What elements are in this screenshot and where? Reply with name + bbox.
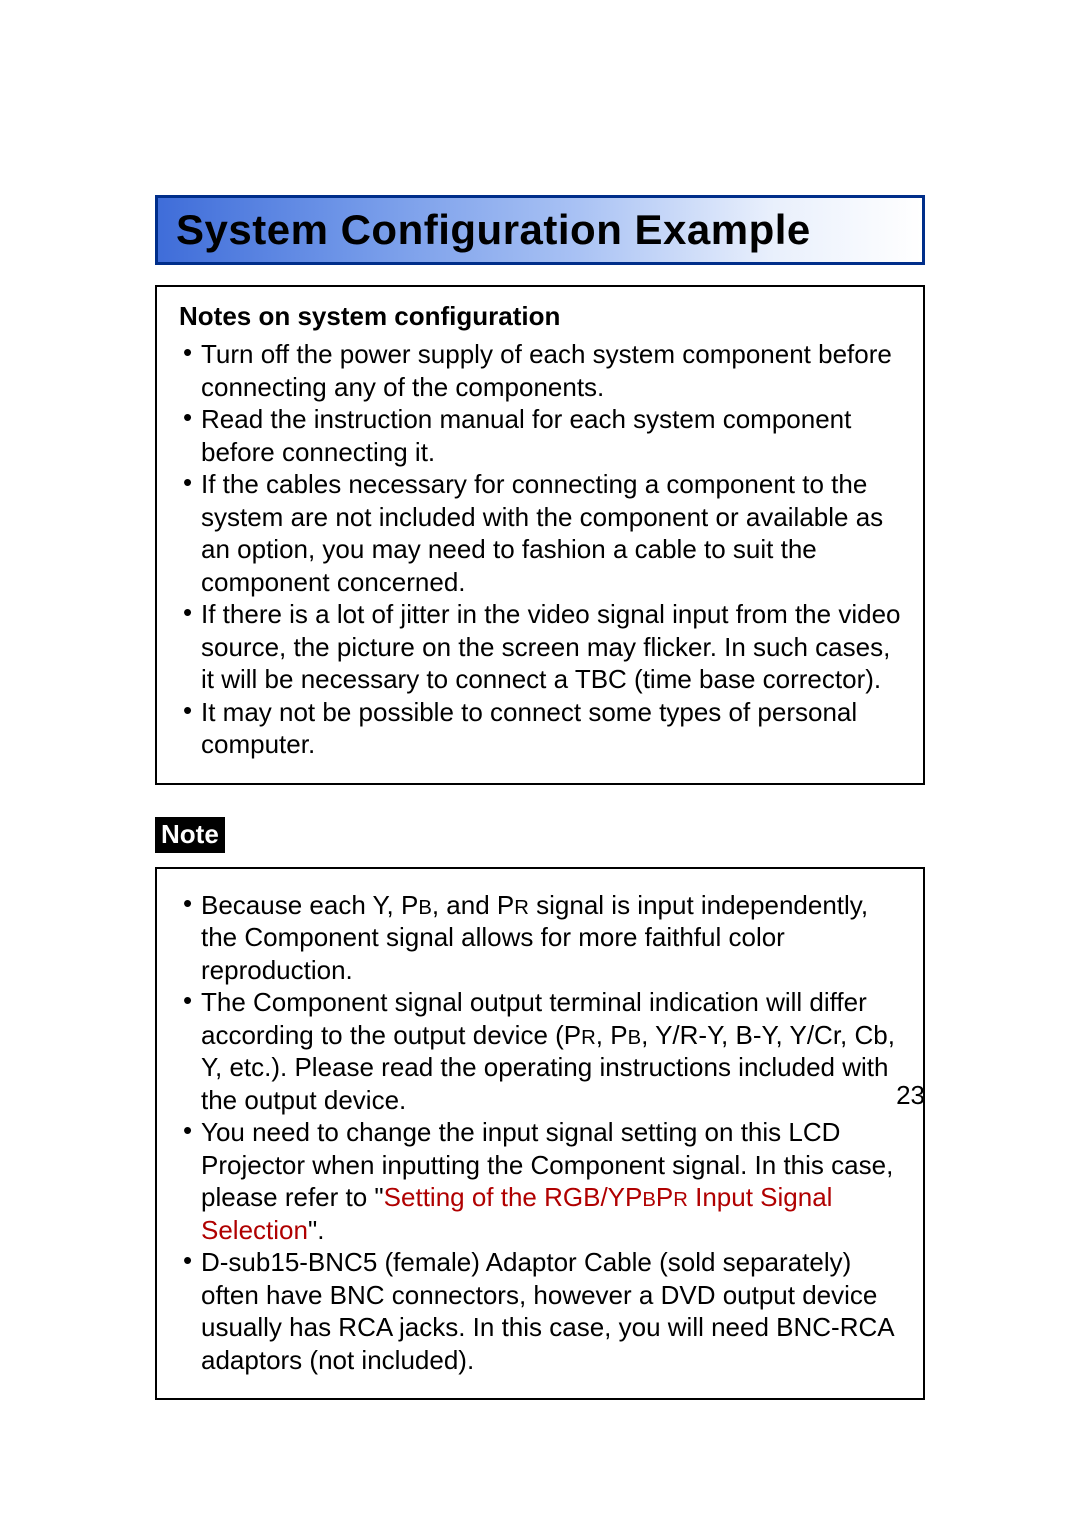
text-subscript: B <box>418 897 432 919</box>
notes-list: Turn off the power supply of each system… <box>179 338 901 761</box>
notes-box: Notes on system configuration Turn off t… <box>155 285 925 785</box>
note-box: Because each Y, PB, and PR signal is inp… <box>155 867 925 1401</box>
list-item: If the cables necessary for connecting a… <box>183 468 901 598</box>
text-subscript: B <box>628 1027 642 1049</box>
list-item: D-sub15-BNC5 (female) Adaptor Cable (sol… <box>183 1246 901 1376</box>
note-list: Because each Y, PB, and PR signal is inp… <box>179 889 901 1377</box>
list-item: The Component signal output terminal ind… <box>183 986 901 1116</box>
text-run: ". <box>308 1215 324 1245</box>
text-run: , and P <box>432 890 514 920</box>
text-subscript: R <box>673 1189 688 1211</box>
section-title-bar: System Configuration Example <box>155 195 925 265</box>
text-subscript: R <box>514 897 529 919</box>
text-subscript: R <box>581 1027 596 1049</box>
section-title: System Configuration Example <box>176 206 904 254</box>
list-item: Read the instruction manual for each sys… <box>183 403 901 468</box>
text-run: , P <box>596 1020 628 1050</box>
list-item: If there is a lot of jitter in the video… <box>183 598 901 696</box>
list-item: Because each Y, PB, and PR signal is inp… <box>183 889 901 987</box>
link-text: P <box>656 1182 673 1212</box>
note-label-wrap: Note <box>155 817 925 867</box>
list-item: You need to change the input signal sett… <box>183 1116 901 1246</box>
note-label: Note <box>155 817 225 853</box>
link-text: Setting of the RGB/YP <box>384 1182 643 1212</box>
page-number: 23 <box>896 1080 925 1111</box>
list-item: Turn off the power supply of each system… <box>183 338 901 403</box>
text-subscript: B <box>642 1189 656 1211</box>
list-item: It may not be possible to connect some t… <box>183 696 901 761</box>
document-page: System Configuration Example Notes on sy… <box>0 0 1080 1525</box>
text-run: Because each Y, P <box>201 890 418 920</box>
notes-heading: Notes on system configuration <box>179 301 901 332</box>
